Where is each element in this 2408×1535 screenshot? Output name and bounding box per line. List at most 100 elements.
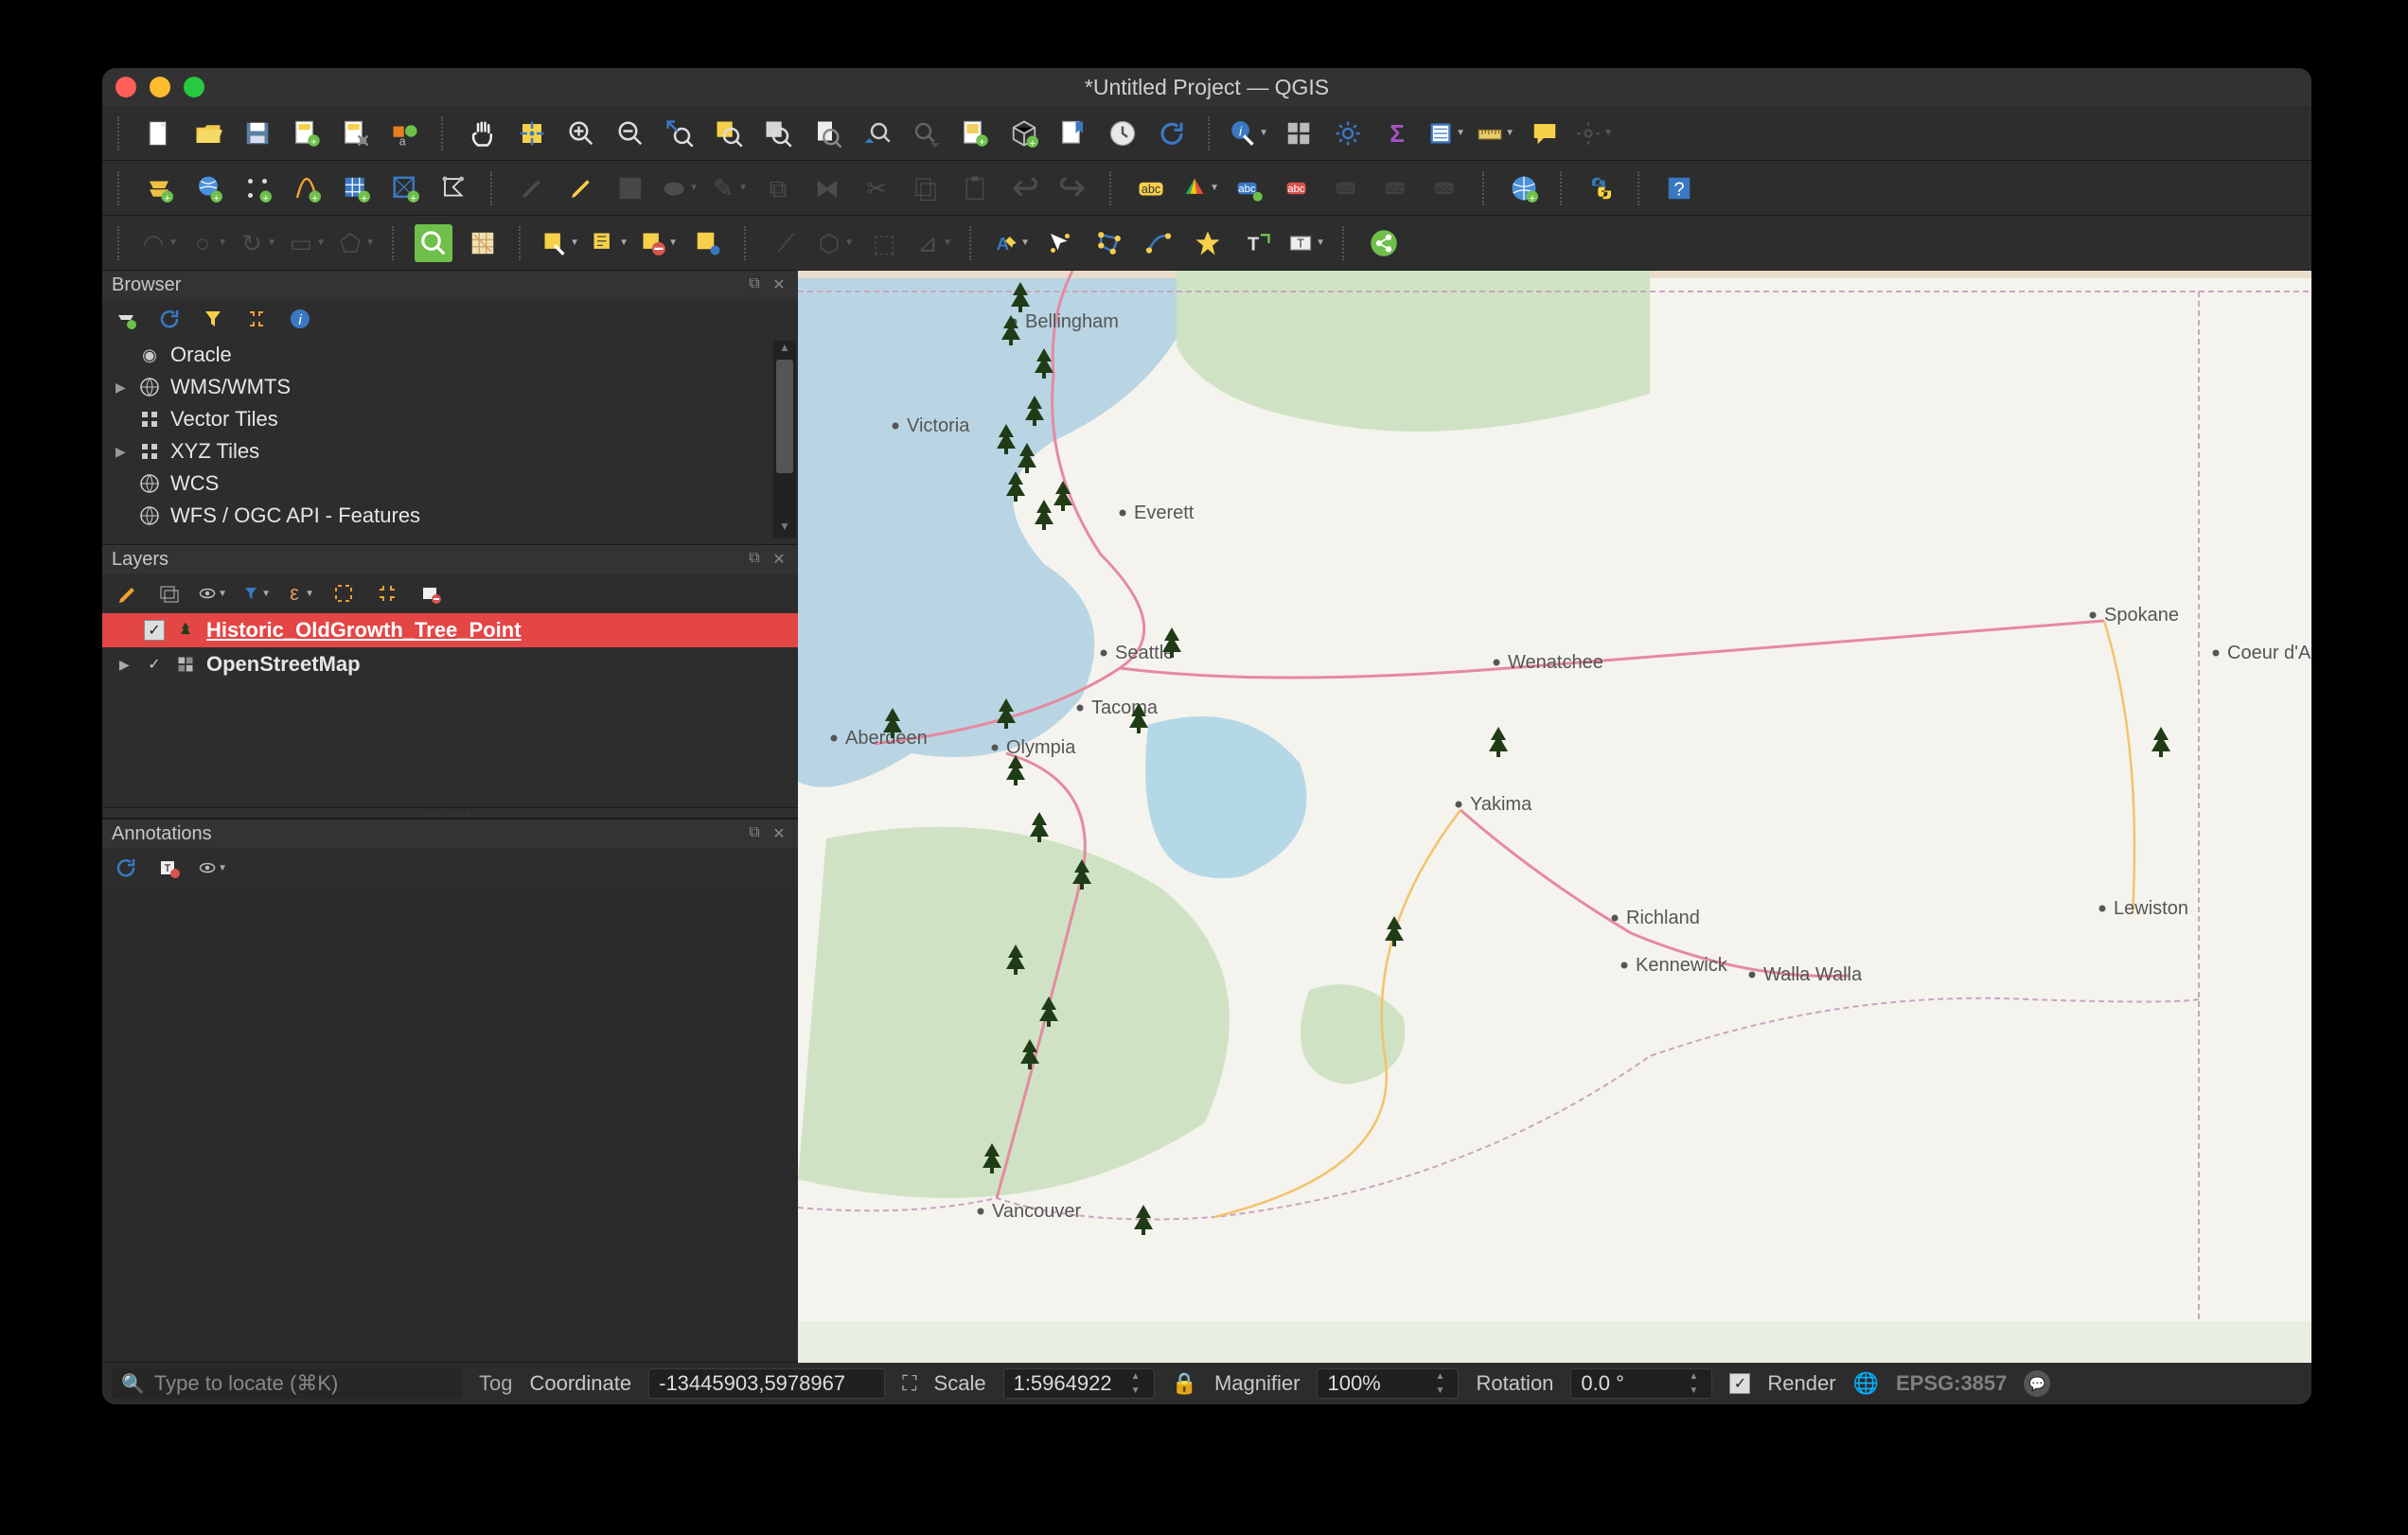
toolbar-grip[interactable] [117, 226, 123, 260]
new-shapefile-button[interactable] [435, 169, 473, 207]
settings-button[interactable] [1329, 115, 1367, 152]
map-tips-button[interactable] [1526, 115, 1564, 152]
scroll-thumb[interactable] [776, 360, 793, 473]
delete-feature-button[interactable]: ⧓ [808, 169, 846, 207]
snap-5[interactable]: ⬠▼ [337, 224, 375, 262]
move-feature-button[interactable]: ⧉ [759, 169, 797, 207]
layer-checkbox[interactable]: ✓ [144, 620, 165, 641]
filter-expression-icon[interactable]: ε▼ [286, 579, 314, 608]
annotation-text-button[interactable]: A▼ [992, 224, 1030, 262]
locator-input[interactable]: 🔍 Type to locate (⌘K) [112, 1368, 462, 1399]
current-edits-button[interactable] [562, 169, 600, 207]
coordinate-value[interactable]: -13445903,5978967 [648, 1368, 885, 1399]
close-window-button[interactable] [115, 77, 136, 97]
toolbar-grip[interactable] [117, 116, 123, 150]
properties-icon[interactable]: i [286, 305, 314, 333]
python-console-button[interactable] [1583, 169, 1620, 207]
actions-button[interactable] [1280, 115, 1318, 152]
refresh-button[interactable] [1153, 115, 1191, 152]
select-features-button[interactable]: ▼ [541, 224, 579, 262]
label-toolbar-pin-button[interactable]: abc [1231, 169, 1268, 207]
snap-4[interactable]: ▭▼ [288, 224, 326, 262]
lock-icon[interactable]: 🔒 [1172, 1371, 1197, 1396]
toolbar-grip[interactable] [1638, 171, 1643, 205]
add-vector-layer-button[interactable]: + [140, 169, 178, 207]
style-manager-button[interactable]: a [386, 115, 424, 152]
cut-button[interactable]: ✂ [858, 169, 895, 207]
temporal-controller-button[interactable] [1104, 115, 1142, 152]
toggle-label[interactable]: Tog [479, 1371, 512, 1396]
expand-all-icon[interactable] [329, 579, 358, 608]
toolbar-grip[interactable] [744, 226, 750, 260]
minimize-window-button[interactable] [150, 77, 170, 97]
annotation-polygon-button[interactable] [1090, 224, 1128, 262]
vertex-tool-button[interactable]: ⟋ [767, 224, 805, 262]
new-bookmark-button[interactable] [1054, 115, 1092, 152]
select-by-location-button[interactable] [689, 224, 727, 262]
layer-item-historic-oldgrowth[interactable]: ✓ Historic_OldGrowth_Tree_Point [102, 613, 798, 647]
layer-item-openstreetmap[interactable]: ▶ ✓ OpenStreetMap [102, 647, 798, 681]
scroll-up-icon[interactable]: ▲ [773, 341, 796, 360]
toggle-editing-button[interactable] [513, 169, 551, 207]
digitize-button[interactable]: ✎▼ [710, 169, 748, 207]
zoom-next-button[interactable] [907, 115, 945, 152]
layer-checkbox[interactable]: ✓ [144, 654, 165, 675]
collapse-all-icon[interactable] [242, 305, 271, 333]
panel-close-icon[interactable]: ✕ [770, 824, 788, 843]
annotation-text-icon[interactable]: T [155, 854, 184, 882]
annotation-form-button[interactable]: T▼ [1287, 224, 1325, 262]
new-print-layout-button[interactable]: + [288, 115, 326, 152]
panel-float-icon[interactable]: ⧉ [745, 824, 764, 843]
paste-button[interactable] [956, 169, 994, 207]
toolbar-grip[interactable] [441, 116, 447, 150]
browser-item-xyz[interactable]: ▶XYZ Tiles [102, 435, 798, 468]
remove-layer-icon[interactable] [416, 579, 445, 608]
layers-panel-header[interactable]: Layers ⧉ ✕ [102, 545, 798, 573]
toolbar-grip[interactable] [1560, 171, 1566, 205]
new-project-button[interactable] [140, 115, 178, 152]
toolbar-grip[interactable] [519, 226, 524, 260]
annotation-html-button[interactable]: T [1238, 224, 1276, 262]
toolbar-grip[interactable] [117, 171, 123, 205]
refresh-icon[interactable] [155, 305, 184, 333]
browser-item-wms[interactable]: ▶WMS/WMTS [102, 371, 798, 403]
add-delimited-text-button[interactable]: + [288, 169, 326, 207]
rotation-value[interactable]: 0.0 °▲▼ [1570, 1368, 1712, 1399]
layout-manager-button[interactable] [337, 115, 375, 152]
pan-button[interactable] [464, 115, 502, 152]
manage-visibility-icon[interactable]: ▼ [199, 579, 227, 608]
browser-item-wfs[interactable]: WFS / OGC API - Features [102, 500, 798, 532]
add-mesh-layer-button[interactable]: + [239, 169, 276, 207]
browser-scrollbar[interactable]: ▲ ▼ [773, 341, 796, 538]
more-tools-button[interactable]: ▼ [1575, 115, 1613, 152]
split-button[interactable]: ⊿▼ [914, 224, 952, 262]
save-project-button[interactable] [239, 115, 276, 152]
zoom-native-button[interactable] [808, 115, 846, 152]
measure-button[interactable]: ▼ [1427, 115, 1465, 152]
share-button[interactable] [1365, 224, 1403, 262]
select-by-value-button[interactable]: ▼ [591, 224, 629, 262]
toolbar-grip[interactable] [1109, 171, 1115, 205]
toolbar-grip[interactable] [1482, 171, 1488, 205]
toolbar-grip[interactable] [969, 226, 975, 260]
add-virtual-layer-button[interactable]: + [337, 169, 375, 207]
add-layer-icon[interactable] [112, 305, 140, 333]
new-geopackage-button[interactable]: + [386, 169, 424, 207]
browser-item-vectortiles[interactable]: Vector Tiles [102, 403, 798, 435]
crs-icon[interactable]: 🌐 [1853, 1371, 1879, 1396]
layers-tree[interactable]: ✓ Historic_OldGrowth_Tree_Point ▶ ✓ Open… [102, 613, 798, 807]
help-button[interactable]: ? [1660, 169, 1698, 207]
browser-item-oracle[interactable]: ◉Oracle [102, 339, 798, 371]
add-group-icon[interactable] [155, 579, 184, 608]
annotation-visibility-icon[interactable]: ▼ [199, 854, 227, 882]
refresh-icon[interactable] [112, 854, 140, 882]
annotations-panel-header[interactable]: Annotations ⧉ ✕ [102, 820, 798, 848]
annotation-line-button[interactable] [1140, 224, 1177, 262]
collapse-all-icon[interactable] [373, 579, 401, 608]
panel-float-icon[interactable]: ⧉ [745, 275, 764, 294]
identify-features-button[interactable]: i▼ [1231, 115, 1268, 152]
map-canvas[interactable]: BellinghamVictoriaEverettSeattleTacomaWe… [798, 271, 2311, 1363]
zoom-in-button[interactable] [562, 115, 600, 152]
annotation-select-button[interactable] [1041, 224, 1079, 262]
new-3d-map-view-button[interactable]: + [1005, 115, 1043, 152]
